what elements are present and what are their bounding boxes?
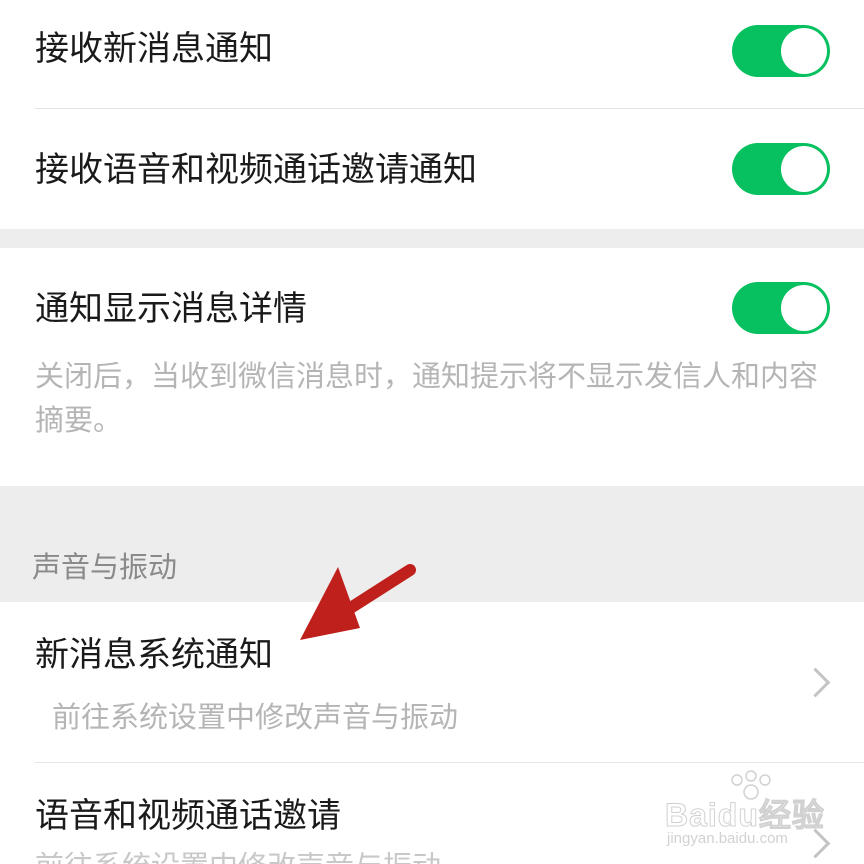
setting-title-call-invite-notify: 接收语音和视频通话邀请通知 — [35, 150, 477, 190]
toggle-new-message[interactable] — [732, 25, 830, 77]
toggle-show-details[interactable] — [732, 282, 830, 334]
setting-row-call-invite-notify[interactable]: 接收语音和视频通话邀请通知 — [0, 109, 864, 229]
section-header-sound: 声音与振动 — [32, 550, 178, 584]
setting-title-show-details: 通知显示消息详情 — [35, 289, 307, 329]
setting-subtitle-call-invite: 前往系统设置中修改声音与振动 — [35, 852, 555, 864]
toggle-knob — [781, 285, 827, 331]
sound-vibration-card: 新消息系统通知 前往系统设置中修改声音与振动 语音和视频通话邀请 — [0, 602, 864, 864]
setting-row-new-message[interactable]: 接收新消息通知 — [0, 0, 864, 108]
notification-group-card: 接收新消息通知 接收语音和视频通话邀请通知 — [0, 0, 864, 229]
setting-subtitle-system-notify: 前往系统设置中修改声音与振动 — [52, 700, 459, 734]
setting-row-call-invite[interactable]: 语音和视频通话邀请 — [0, 763, 864, 864]
setting-row-system-notify[interactable]: 新消息系统通知 前往系统设置中修改声音与振动 — [0, 602, 864, 762]
chevron-right-icon — [800, 828, 831, 859]
toggle-knob — [781, 28, 827, 74]
toggle-call-invite-notify[interactable] — [732, 143, 830, 195]
setting-title-new-message: 接收新消息通知 — [35, 29, 273, 69]
message-detail-card: 通知显示消息详情 关闭后，当收到微信消息时，通知提示将不显示发信人和内容摘要。 — [0, 248, 864, 486]
setting-row-show-details[interactable]: 通知显示消息详情 — [0, 248, 864, 368]
chevron-right-icon — [800, 667, 831, 698]
setting-title-system-notify: 新消息系统通知 — [35, 635, 273, 675]
setting-title-call-invite: 语音和视频通话邀请 — [35, 796, 341, 836]
toggle-knob — [781, 146, 827, 192]
show-details-description: 关闭后，当收到微信消息时，通知提示将不显示发信人和内容摘要。 — [35, 359, 819, 437]
